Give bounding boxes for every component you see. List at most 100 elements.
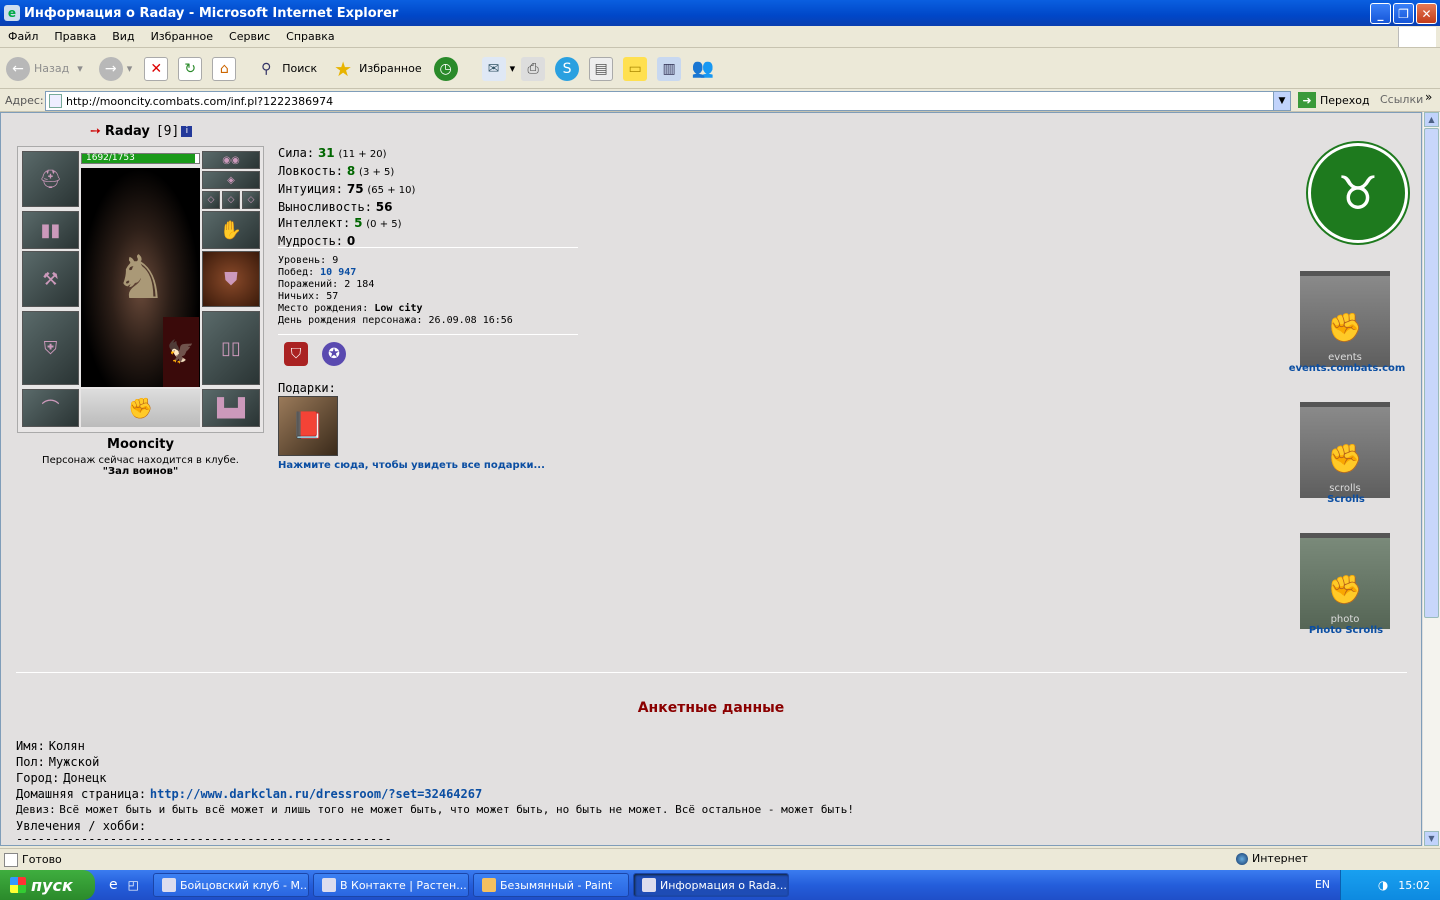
- links-button[interactable]: Ссылки: [1380, 93, 1423, 106]
- gifts-label: Подарки:: [278, 381, 336, 395]
- scrolls-link[interactable]: Scrolls: [1300, 494, 1392, 505]
- scrolls-banner[interactable]: ✊ scrolls: [1300, 402, 1390, 498]
- print-button[interactable]: ⎙: [521, 56, 549, 81]
- ring-slot-1[interactable]: ◇: [202, 191, 220, 209]
- system-tray: ◑ 15:02: [1340, 870, 1440, 900]
- profile-city: Город: Донецк: [16, 771, 107, 785]
- mail-button[interactable]: ✉ ▾: [481, 56, 515, 81]
- records-block: Уровень: 9 Побед: 10 947 Поражений: 2 18…: [278, 255, 513, 327]
- all-gifts-link[interactable]: Нажмите сюда, чтобы увидеть все подарки.…: [278, 460, 545, 471]
- menu-edit[interactable]: Правка: [46, 30, 104, 43]
- empty-weapon-emblem: ✊: [81, 389, 200, 427]
- mail-icon: ✉: [481, 56, 506, 81]
- task-button-active[interactable]: Информация о Rada...: [632, 873, 789, 897]
- homepage-link[interactable]: http://www.darkclan.ru/dressroom/?set=32…: [150, 787, 482, 801]
- earrings-slot[interactable]: ◉◉: [202, 151, 260, 169]
- scroll-thumb[interactable]: [1424, 128, 1439, 618]
- profile-name: Имя: Колян: [16, 739, 85, 753]
- shield-slot[interactable]: ⛊: [202, 251, 260, 307]
- menu-favorites[interactable]: Избранное: [143, 30, 221, 43]
- fist-emblem-icon: ✊: [1327, 442, 1363, 475]
- close-button[interactable]: ✕: [1416, 3, 1437, 24]
- menu-tools[interactable]: Сервис: [221, 30, 278, 43]
- task-button[interactable]: Бойцовский клуб - M...: [152, 873, 309, 897]
- scroll-down-button[interactable]: ▼: [1424, 831, 1439, 846]
- forward-button[interactable]: → ▾: [98, 56, 133, 81]
- tray-icon[interactable]: ◑: [1378, 878, 1388, 892]
- skype-button[interactable]: S: [555, 56, 583, 81]
- chevron-right-icon[interactable]: »: [1425, 90, 1432, 104]
- start-button[interactable]: пуск: [0, 870, 95, 900]
- chevron-down-icon: ▾: [126, 62, 133, 75]
- order-badge-icon[interactable]: ✪: [322, 342, 346, 366]
- skype-icon: S: [555, 56, 580, 81]
- eagle-icon: 🦅: [167, 339, 195, 365]
- character-name[interactable]: Raday: [105, 124, 150, 139]
- stop-button[interactable]: ✕: [144, 56, 172, 81]
- refresh-button[interactable]: ↻: [178, 56, 206, 81]
- minimize-button[interactable]: _: [1370, 3, 1391, 24]
- fist-emblem-icon: ✊: [1327, 311, 1363, 344]
- address-label: Адрес:: [5, 94, 44, 107]
- research-button[interactable]: ▥: [657, 56, 685, 81]
- ring-slot-2[interactable]: ◇: [222, 191, 240, 209]
- record-wins: Побед: 10 947: [278, 267, 357, 278]
- task-button[interactable]: Безымянный - Paint: [472, 873, 629, 897]
- fist-emblem-icon: ✊: [1327, 573, 1363, 606]
- legs-slot[interactable]: ▯▯: [202, 311, 260, 385]
- pet-slot[interactable]: 🦅: [163, 317, 199, 387]
- clan-emblem[interactable]: ♉: [1308, 143, 1408, 243]
- messenger-button[interactable]: 👥: [691, 57, 719, 81]
- home-button[interactable]: ⌂: [212, 56, 240, 81]
- gloves-slot[interactable]: ✋: [202, 211, 260, 249]
- back-arrow-icon: ←: [6, 56, 30, 81]
- menu-file[interactable]: Файл: [0, 30, 46, 43]
- favorites-button[interactable]: ★ Избранное: [331, 57, 421, 81]
- history-button[interactable]: ◷: [433, 56, 462, 81]
- vertical-scrollbar[interactable]: ▲ ▼: [1422, 112, 1440, 846]
- chevron-down-icon: ▾: [77, 62, 83, 75]
- go-button[interactable]: ➜ Переход: [1298, 92, 1370, 108]
- badges-row: ⛉ ✪: [284, 342, 360, 366]
- photo-banner[interactable]: ✊ photo: [1300, 533, 1390, 629]
- search-button[interactable]: ⚲ Поиск: [254, 57, 317, 81]
- helmet-icon: ⛑: [39, 168, 62, 190]
- events-link[interactable]: events.combats.com: [1282, 363, 1412, 374]
- gift-item[interactable]: 📕: [278, 396, 338, 456]
- maximize-button[interactable]: ❐: [1393, 3, 1414, 24]
- armor-slot[interactable]: ⛨: [22, 311, 79, 385]
- helmet-slot[interactable]: ⛑: [22, 151, 79, 207]
- photo-scrolls-link[interactable]: Photo Scrolls: [1290, 625, 1402, 636]
- scroll-up-button[interactable]: ▲: [1424, 112, 1439, 127]
- window-titlebar[interactable]: e Информация о Raday - Microsoft Interne…: [0, 0, 1440, 26]
- back-button[interactable]: ← Назад ▾: [6, 56, 83, 81]
- quicklaunch-icon[interactable]: ◰: [128, 878, 139, 892]
- task-button[interactable]: В Контакте | Растен...: [312, 873, 469, 897]
- info-icon[interactable]: i: [181, 126, 193, 137]
- events-banner[interactable]: ✊ events: [1300, 271, 1390, 367]
- edit-button[interactable]: ▤: [589, 56, 617, 81]
- boots-slot[interactable]: ▙▟: [202, 389, 260, 427]
- menu-help[interactable]: Справка: [278, 30, 342, 43]
- weapon-slot[interactable]: ⚒: [22, 251, 79, 307]
- ring-slot-3[interactable]: ◇: [242, 191, 260, 209]
- amulet-slot[interactable]: ◈: [202, 171, 260, 189]
- windows-flag-icon: [10, 877, 26, 893]
- note-icon: ▭: [623, 56, 648, 81]
- bracers-slot[interactable]: ▮▮: [22, 211, 79, 249]
- go-arrow-icon: ➜: [1298, 92, 1316, 108]
- toolbar: ← Назад ▾ → ▾ ✕ ↻ ⌂ ⚲ Поиск ★ Избранное ◷ ✉ ▾ …: [0, 49, 1440, 89]
- language-indicator[interactable]: EN: [1315, 878, 1330, 891]
- shield-badge-icon[interactable]: ⛉: [284, 342, 308, 366]
- profile-gender: Пол: Мужской: [16, 755, 100, 769]
- private-message-arrow-icon[interactable]: ➙: [90, 124, 101, 139]
- location-line: Персонаж сейчас находится в клубе.: [42, 455, 239, 466]
- address-dropdown-button[interactable]: ▼: [1273, 92, 1290, 110]
- notes-button[interactable]: ▭: [623, 56, 651, 81]
- ie-quicklaunch-icon[interactable]: e: [109, 877, 118, 893]
- messenger-icon: 👥: [691, 58, 715, 79]
- address-input[interactable]: http://mooncity.combats.com/inf.pl?12223…: [45, 91, 1291, 111]
- menu-view[interactable]: Вид: [104, 30, 142, 43]
- record-birthday: День рождения персонажа: 26.09.08 16:56: [278, 315, 513, 326]
- belt-slot[interactable]: ⌒: [22, 389, 79, 427]
